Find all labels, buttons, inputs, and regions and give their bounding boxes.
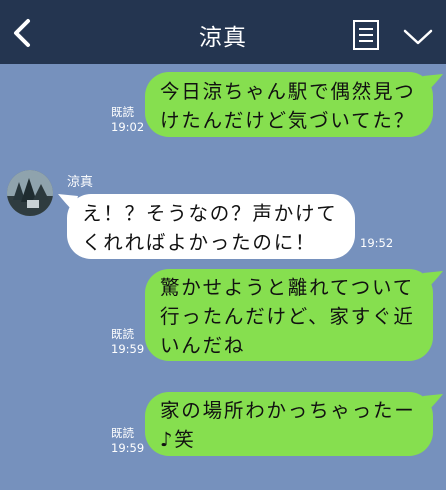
message-time: 19:59 (111, 441, 145, 455)
message-time: 19:02 (111, 120, 145, 134)
bubble-tail (423, 271, 443, 289)
avatar[interactable] (7, 170, 53, 216)
read-receipt: 既読 (111, 426, 134, 440)
chat-header: 涼真 (0, 0, 446, 64)
chevron-down-icon (403, 29, 433, 45)
outgoing-message[interactable]: 驚かせようと離れてついて 行ったんだけど、家すぐ近 いんだね (145, 269, 433, 361)
outgoing-message[interactable]: 家の場所わかっちゃったー ♪笑 (145, 392, 433, 456)
message-time: 19:52 (360, 236, 394, 250)
message-time: 19:59 (111, 342, 145, 356)
notes-button[interactable] (352, 18, 380, 52)
notes-icon (353, 20, 379, 50)
outgoing-message[interactable]: 今日涼ちゃん駅で偶然見つ けたんだけど気づいてた？ (145, 72, 433, 137)
avatar-photo-icon (7, 170, 53, 216)
expand-button[interactable] (403, 28, 433, 46)
bubble-tail (423, 74, 443, 92)
incoming-message[interactable]: え！？そうなの？声かけて くれればよかったのに！ (67, 194, 355, 259)
chat-area[interactable]: 今日涼ちゃん駅で偶然見つ けたんだけど気づいてた？ 既読 19:02 涼真 え！… (0, 64, 446, 490)
sender-name: 涼真 (67, 175, 94, 190)
bubble-tail (423, 394, 443, 412)
read-receipt: 既読 (111, 105, 134, 119)
read-receipt: 既読 (111, 327, 134, 341)
